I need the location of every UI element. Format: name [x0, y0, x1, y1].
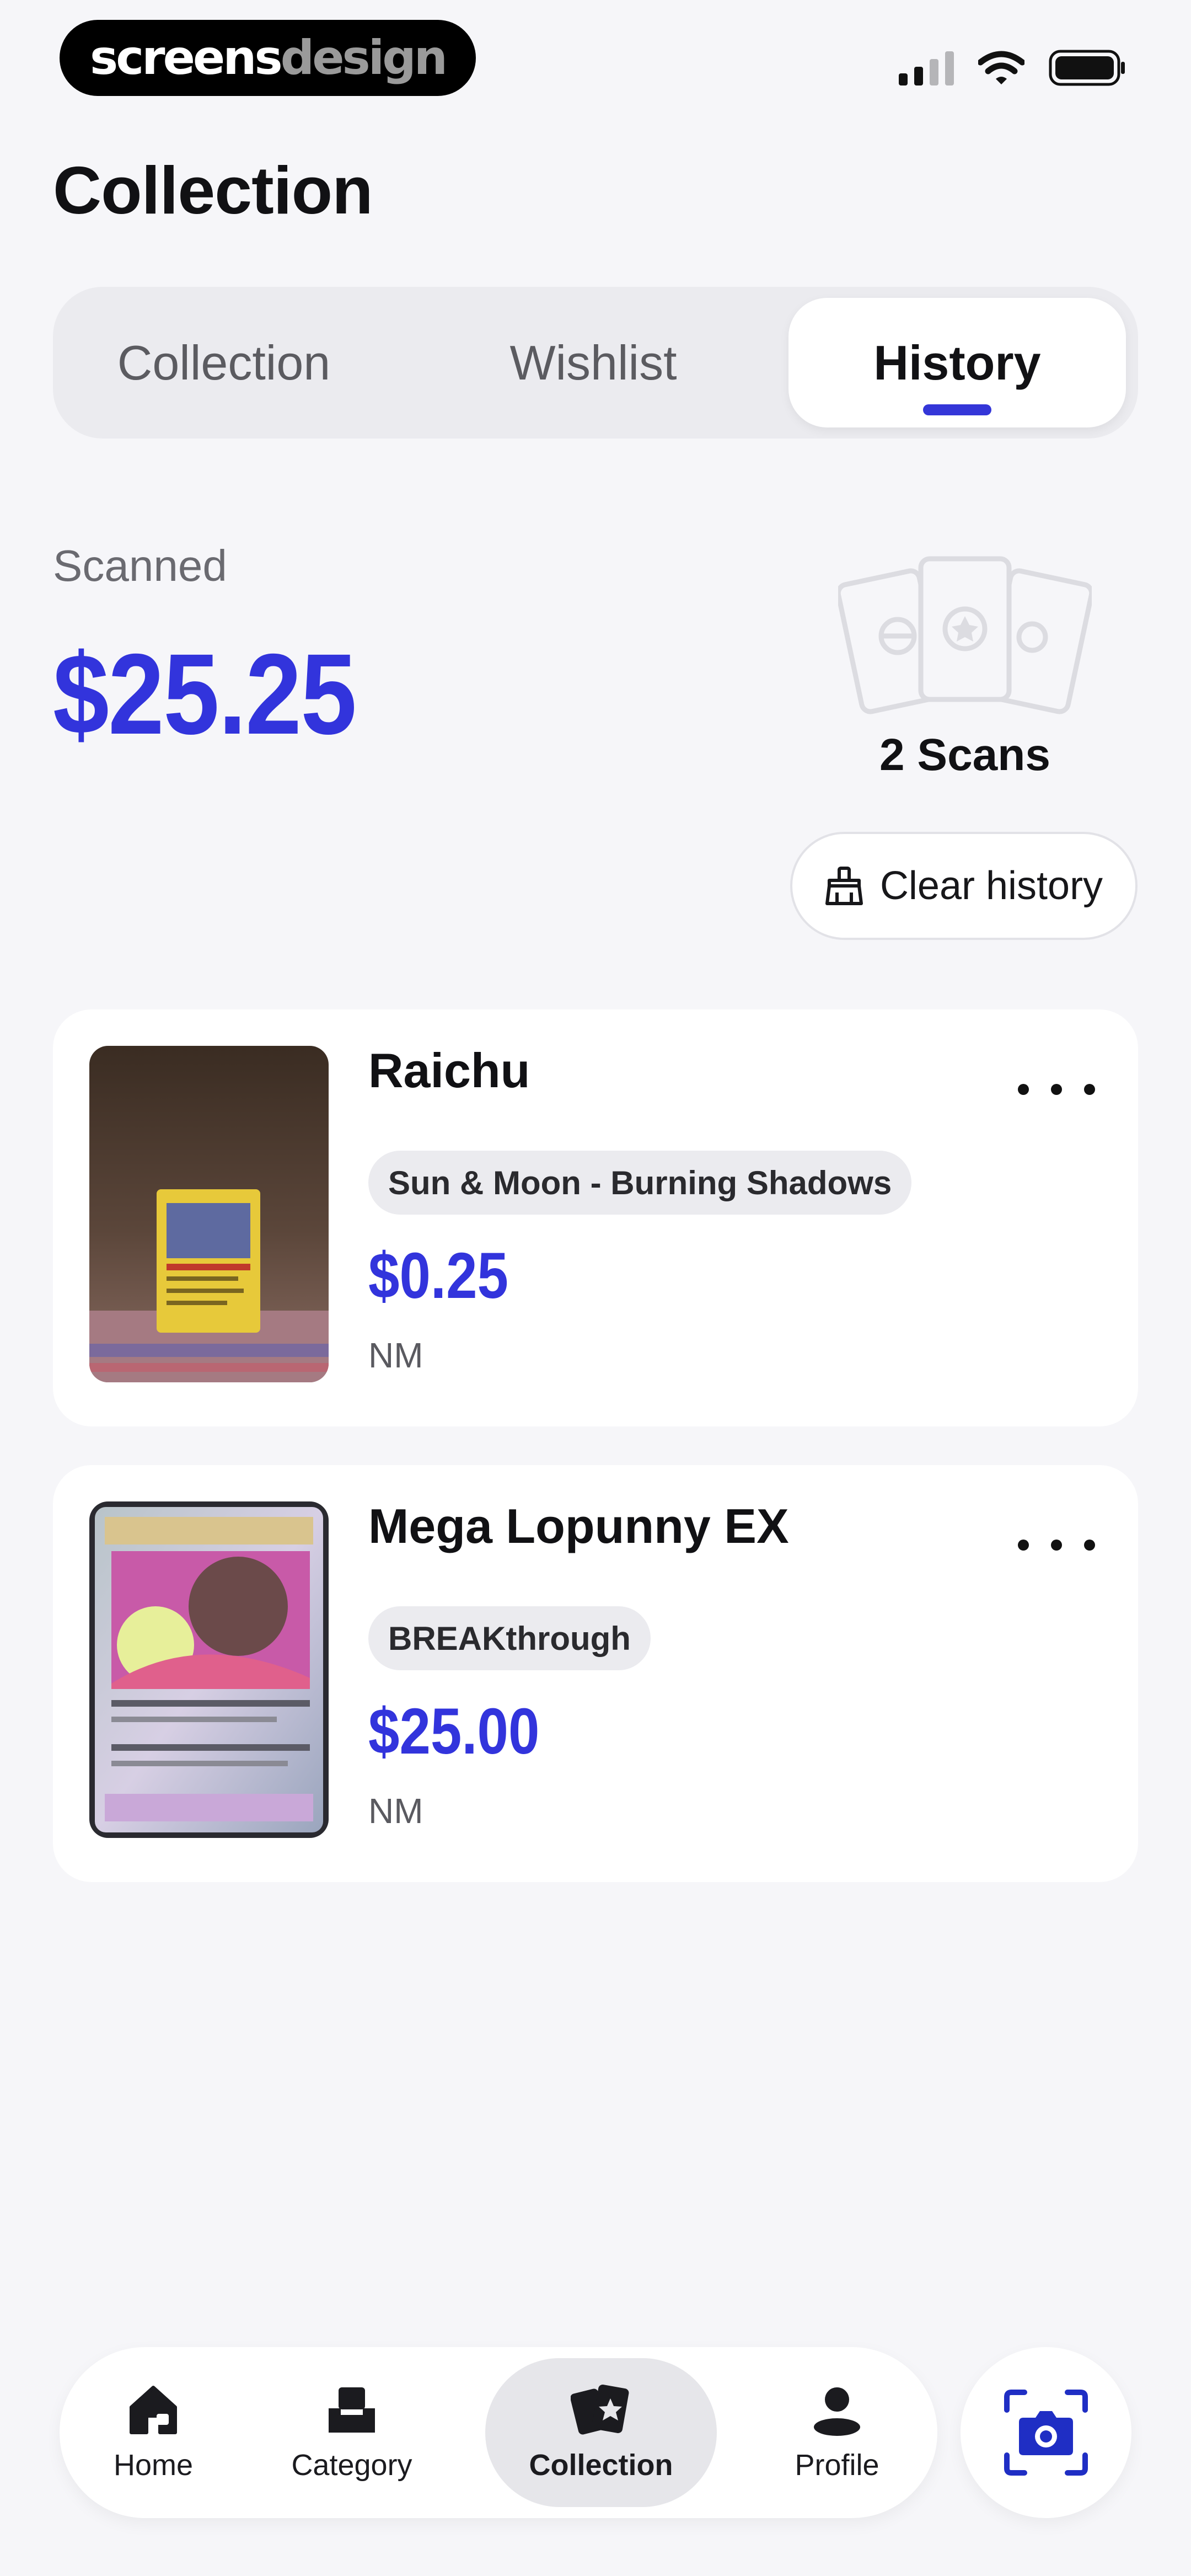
nav-label: Category	[291, 2449, 412, 2482]
more-dot	[1051, 1540, 1062, 1551]
wifi-icon	[978, 51, 1024, 84]
card-photo-raichu	[89, 1046, 329, 1382]
more-dot	[1018, 1540, 1029, 1551]
more-dot	[1084, 1084, 1095, 1095]
profile-icon	[814, 2387, 860, 2436]
card-name: Mega Lopunny EX	[368, 1499, 789, 1553]
brand-logo-part1: screens	[90, 30, 283, 85]
brand-logo-part2: design	[280, 30, 448, 85]
more-options-button[interactable]	[1018, 1073, 1095, 1106]
scanned-total: $25.25	[53, 630, 357, 758]
nav-label: Collection	[529, 2449, 673, 2482]
cards-illustration-icon	[838, 556, 1092, 714]
card-condition: NM	[368, 1791, 423, 1831]
nav-item-profile[interactable]: Profile	[754, 2358, 920, 2507]
set-badge: Sun & Moon - Burning Shadows	[368, 1151, 912, 1215]
tab-wishlist[interactable]: Wishlist	[433, 298, 753, 427]
status-icons	[899, 49, 1126, 87]
signal-icon	[899, 51, 954, 85]
tab-collection[interactable]: Collection	[64, 298, 384, 427]
card-name: Raichu	[368, 1043, 530, 1098]
clear-history-button[interactable]: Clear history	[790, 832, 1138, 940]
nav-label: Profile	[795, 2449, 879, 2482]
brand-logo: screens design	[60, 20, 476, 96]
category-icon	[329, 2387, 375, 2433]
history-card[interactable]: Raichu Sun & Moon - Burning Shadows $0.2…	[53, 1009, 1138, 1426]
more-dot	[1084, 1540, 1095, 1551]
more-dot	[1018, 1084, 1029, 1095]
scan-camera-button[interactable]	[961, 2347, 1131, 2518]
card-price: $25.00	[368, 1695, 540, 1768]
card-condition: NM	[368, 1335, 423, 1375]
segmented-tabs: Collection Wishlist History	[53, 287, 1138, 439]
battery-icon	[1049, 50, 1125, 86]
camera-scan-icon	[1004, 2390, 1088, 2476]
cards-icon	[571, 2385, 629, 2435]
nav-item-home[interactable]: Home	[71, 2358, 236, 2507]
more-options-button[interactable]	[1018, 1529, 1095, 1562]
page-title: Collection	[53, 153, 373, 228]
set-badge: BREAKthrough	[368, 1606, 651, 1670]
tab-label: History	[873, 335, 1041, 390]
tab-history[interactable]: History	[788, 298, 1126, 427]
scan-count: 2 Scans	[879, 730, 1050, 780]
tab-label: Wishlist	[509, 335, 677, 390]
nav-label: Home	[113, 2449, 194, 2482]
nav-item-category[interactable]: Category	[258, 2358, 446, 2507]
card-price: $0.25	[368, 1239, 508, 1312]
more-dot	[1051, 1084, 1062, 1095]
history-card[interactable]: Mega Lopunny EX BREAKthrough $25.00 NM	[53, 1465, 1138, 1882]
broom-icon	[825, 867, 863, 905]
nav-item-collection[interactable]: Collection	[485, 2358, 717, 2507]
card-photo-mega-lopunny	[89, 1501, 329, 1838]
scanned-label: Scanned	[53, 541, 227, 590]
bottom-nav: Home Category Collection Profile	[60, 2347, 937, 2518]
clear-history-label: Clear history	[879, 864, 1103, 908]
home-icon	[130, 2386, 177, 2434]
tab-label: Collection	[117, 335, 331, 390]
active-tab-indicator	[923, 404, 991, 415]
